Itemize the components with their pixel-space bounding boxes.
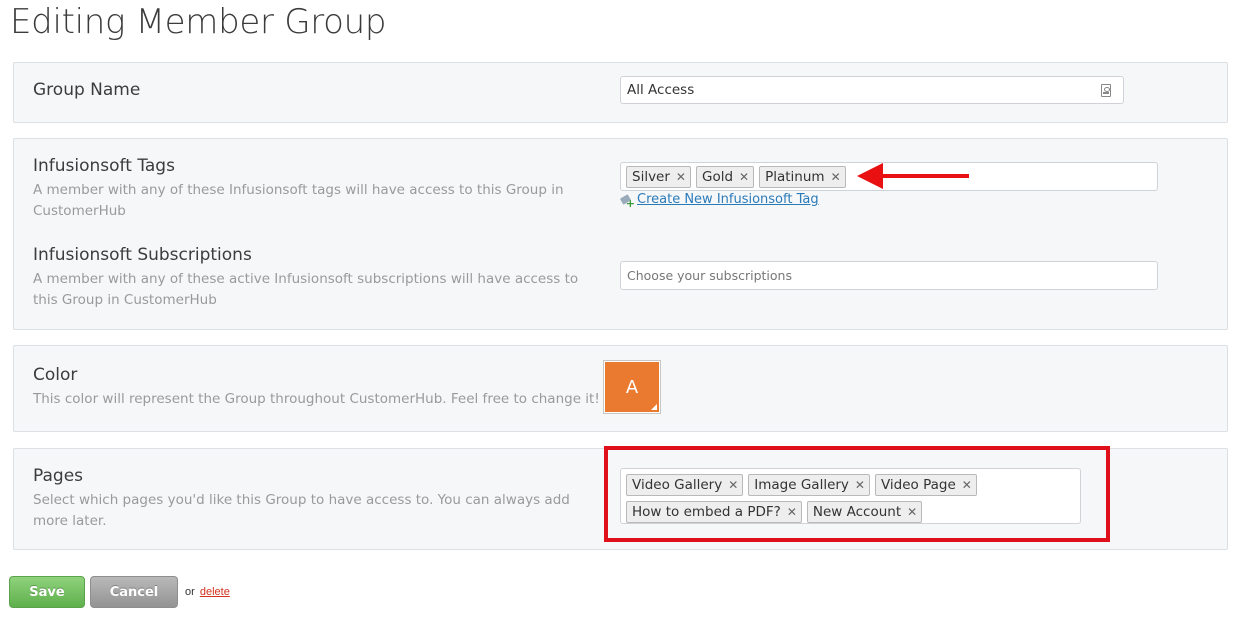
color-panel: Color This color will represent the Grou… (13, 345, 1228, 432)
tags-label: Infusionsoft Tags (33, 156, 175, 176)
arrow-shaft (879, 174, 969, 178)
pages-description: Select which pages you'd like this Group… (33, 492, 570, 529)
or-delete-row: or delete (185, 586, 230, 598)
or-text: or (185, 586, 195, 598)
tag-chip-label: Gold (701, 169, 734, 185)
group-name-label: Group Name (33, 80, 141, 100)
create-tag-link-row: Create New Infusionsoft Tag (620, 192, 819, 210)
tags-description: A member with any of these Infusionsoft … (33, 182, 564, 219)
color-description: This color will represent the Group thro… (33, 391, 600, 407)
page-title: Editing Member Group (10, 2, 387, 42)
cancel-button[interactable]: Cancel (90, 576, 178, 608)
remove-icon[interactable]: ✕ (739, 170, 749, 184)
subscriptions-input[interactable]: Choose your subscriptions (620, 261, 1158, 290)
tag-chip-label: Silver (632, 169, 670, 185)
save-button[interactable]: Save (9, 576, 85, 608)
subscriptions-label: Infusionsoft Subscriptions (33, 245, 252, 265)
tag-chip: Gold ✕ (695, 166, 755, 188)
tag-chip-label: Platinum (765, 169, 825, 185)
subscriptions-placeholder: Choose your subscriptions (627, 268, 792, 283)
group-name-value: All Access (627, 82, 695, 98)
dropdown-corner-icon (651, 404, 657, 410)
color-swatch[interactable]: A (603, 360, 661, 414)
remove-icon[interactable]: ✕ (676, 170, 686, 184)
delete-link[interactable]: delete (200, 586, 230, 598)
tag-chip: Platinum ✕ (759, 166, 846, 188)
color-label: Color (33, 365, 78, 385)
group-name-panel: Group Name All Access (13, 62, 1228, 123)
tags-subscriptions-panel: Infusionsoft Tags A member with any of t… (13, 138, 1228, 330)
subscriptions-description: A member with any of these active Infusi… (33, 271, 579, 308)
contact-card-icon[interactable] (1101, 83, 1111, 97)
group-name-input[interactable]: All Access (620, 76, 1124, 104)
pages-label: Pages (33, 466, 84, 486)
create-tag-link[interactable]: Create New Infusionsoft Tag (637, 192, 819, 207)
color-swatch-letter: A (625, 376, 639, 398)
tag-chip: Silver ✕ (626, 166, 691, 188)
remove-icon[interactable]: ✕ (831, 170, 841, 184)
red-arrow-annotation (857, 163, 969, 189)
red-highlight-box (604, 446, 1110, 542)
color-swatch-fill: A (605, 362, 659, 412)
tag-add-icon (620, 194, 635, 210)
